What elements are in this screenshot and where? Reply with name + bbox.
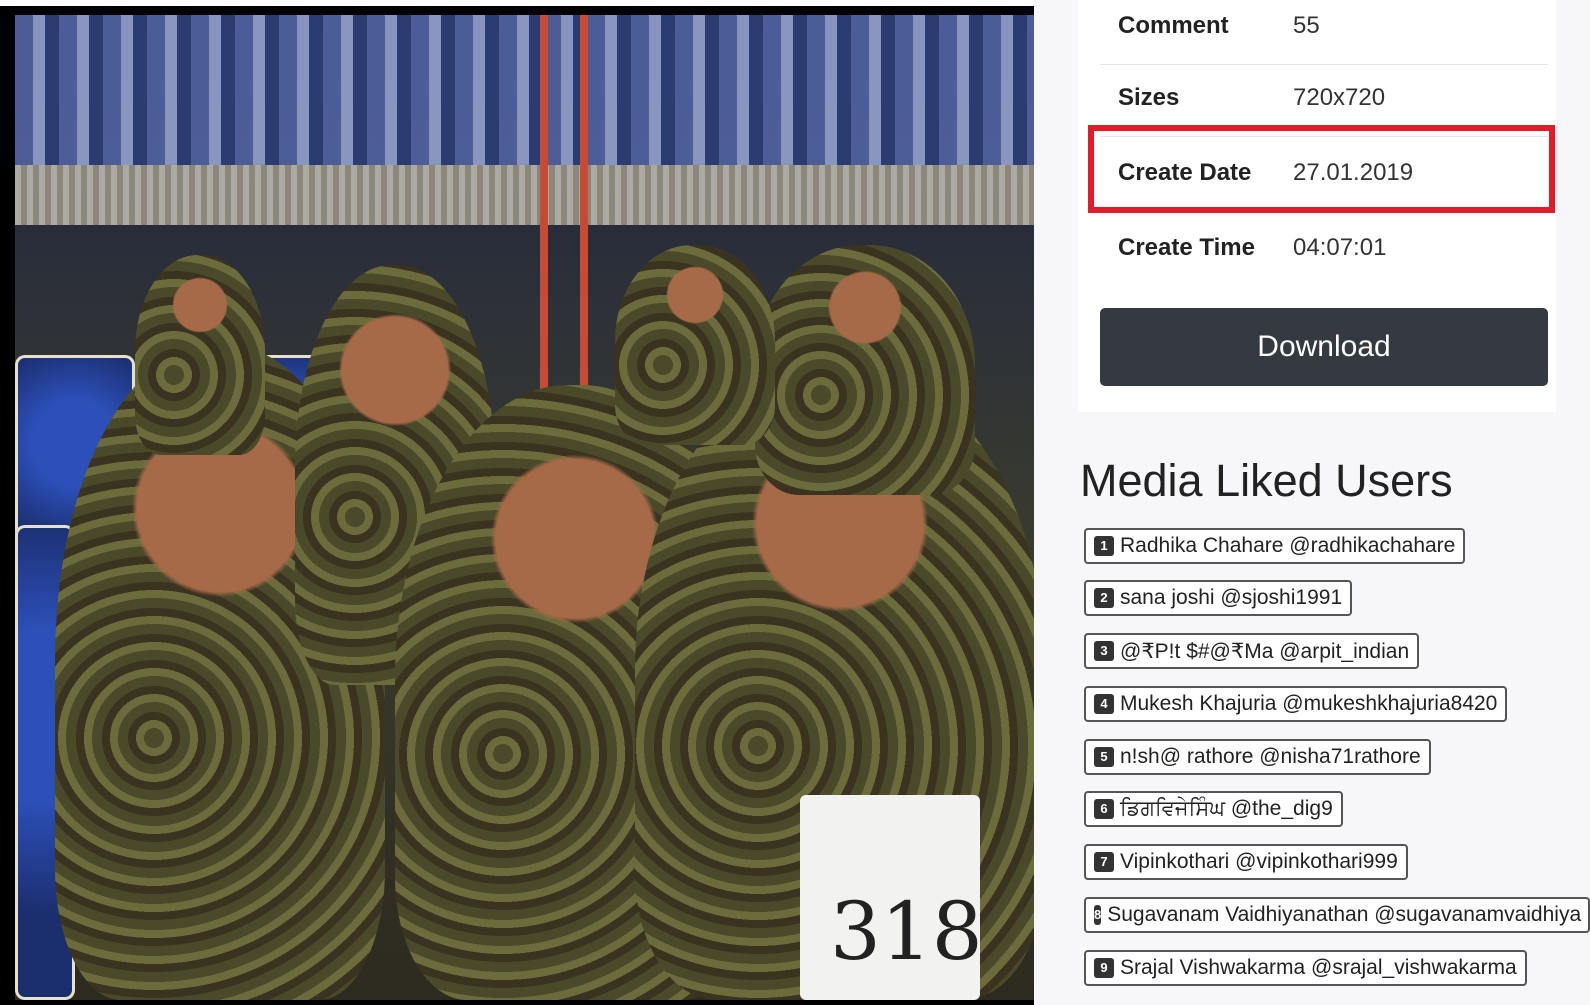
user-label: sana joshi @sjoshi1991 xyxy=(1120,586,1343,609)
detail-row-comment: Comment 55 xyxy=(1100,0,1548,65)
user-label: @₹P!t $#@₹Ma @arpit_indian xyxy=(1120,639,1410,663)
liked-user-item[interactable]: 5 n!sh@ rathore @nisha71rathore xyxy=(1084,739,1431,775)
user-label: Mukesh Khajuria @mukeshkhajuria8420 xyxy=(1120,692,1498,715)
rank-badge: 9 xyxy=(1094,958,1114,978)
liked-users-title: Media Liked Users xyxy=(1080,455,1453,506)
rank-badge: 8 xyxy=(1094,905,1102,925)
detail-row-create-time: Create Time 04:07:01 xyxy=(1100,210,1548,286)
detail-value: 04:07:01 xyxy=(1293,234,1387,261)
soldier xyxy=(755,245,975,495)
liked-user-item[interactable]: 2 sana joshi @sjoshi1991 xyxy=(1084,580,1353,616)
bus-ceiling-fabric xyxy=(15,15,1045,165)
soldier xyxy=(615,245,775,445)
user-label: Srajal Vishwakarma @srajal_vishwakarma xyxy=(1120,956,1517,979)
user-label: n!sh@ rathore @nisha71rathore xyxy=(1120,745,1421,768)
rank-badge: 2 xyxy=(1094,588,1114,608)
liked-user-item[interactable]: 8 Sugavanam Vaidhiyanathan @sugavanamvai… xyxy=(1084,897,1590,933)
rank-badge: 3 xyxy=(1094,641,1114,661)
media-details-card: Comment 55 Sizes 720x720 Create Date 27.… xyxy=(1078,0,1556,412)
liked-user-item[interactable]: 3 @₹P!t $#@₹Ma @arpit_indian xyxy=(1084,633,1420,669)
liked-user-item[interactable]: 7 Vipinkothari @vipinkothari999 xyxy=(1084,844,1408,880)
number-tag: 318 xyxy=(800,795,983,1000)
bus-pole xyxy=(540,15,548,435)
detail-value: 55 xyxy=(1293,12,1320,39)
detail-key: Sizes xyxy=(1118,84,1180,111)
user-label: ਡਿਗਵਿਜੇਸਿੰਘ @the_dig9 xyxy=(1120,797,1333,820)
user-label: Radhika Chahare @radhikachahare xyxy=(1120,534,1456,557)
download-button[interactable]: Download xyxy=(1100,308,1548,386)
rank-badge: 6 xyxy=(1094,799,1114,819)
media-photo: 318 xyxy=(15,15,1045,1000)
rank-badge: 7 xyxy=(1094,852,1114,872)
rank-badge: 5 xyxy=(1094,747,1114,767)
curtain-fringe xyxy=(15,165,1045,225)
create-date-highlight xyxy=(1088,125,1555,213)
liked-user-item[interactable]: 6 ਡਿਗਵਿਜੇਸਿੰਘ @the_dig9 xyxy=(1084,791,1343,827)
detail-value: 720x720 xyxy=(1293,84,1386,111)
liked-user-item[interactable]: 9 Srajal Vishwakarma @srajal_vishwakarma xyxy=(1084,950,1527,986)
detail-key: Create Time xyxy=(1118,234,1255,261)
user-label: Sugavanam Vaidhiyanathan @sugavanamvaidh… xyxy=(1107,903,1582,926)
rank-badge: 4 xyxy=(1094,694,1114,714)
rank-badge: 1 xyxy=(1094,536,1114,556)
liked-user-item[interactable]: 1 Radhika Chahare @radhikachahare xyxy=(1084,528,1466,564)
user-label: Vipinkothari @vipinkothari999 xyxy=(1120,850,1398,873)
info-panel: Comment 55 Sizes 720x720 Create Date 27.… xyxy=(1034,0,1590,1005)
detail-key: Comment xyxy=(1118,12,1229,39)
bus-pole xyxy=(580,15,588,395)
soldier xyxy=(135,255,265,455)
tag-number: 318 xyxy=(830,885,983,978)
liked-user-item[interactable]: 4 Mukesh Khajuria @mukeshkhajuria8420 xyxy=(1084,686,1508,722)
